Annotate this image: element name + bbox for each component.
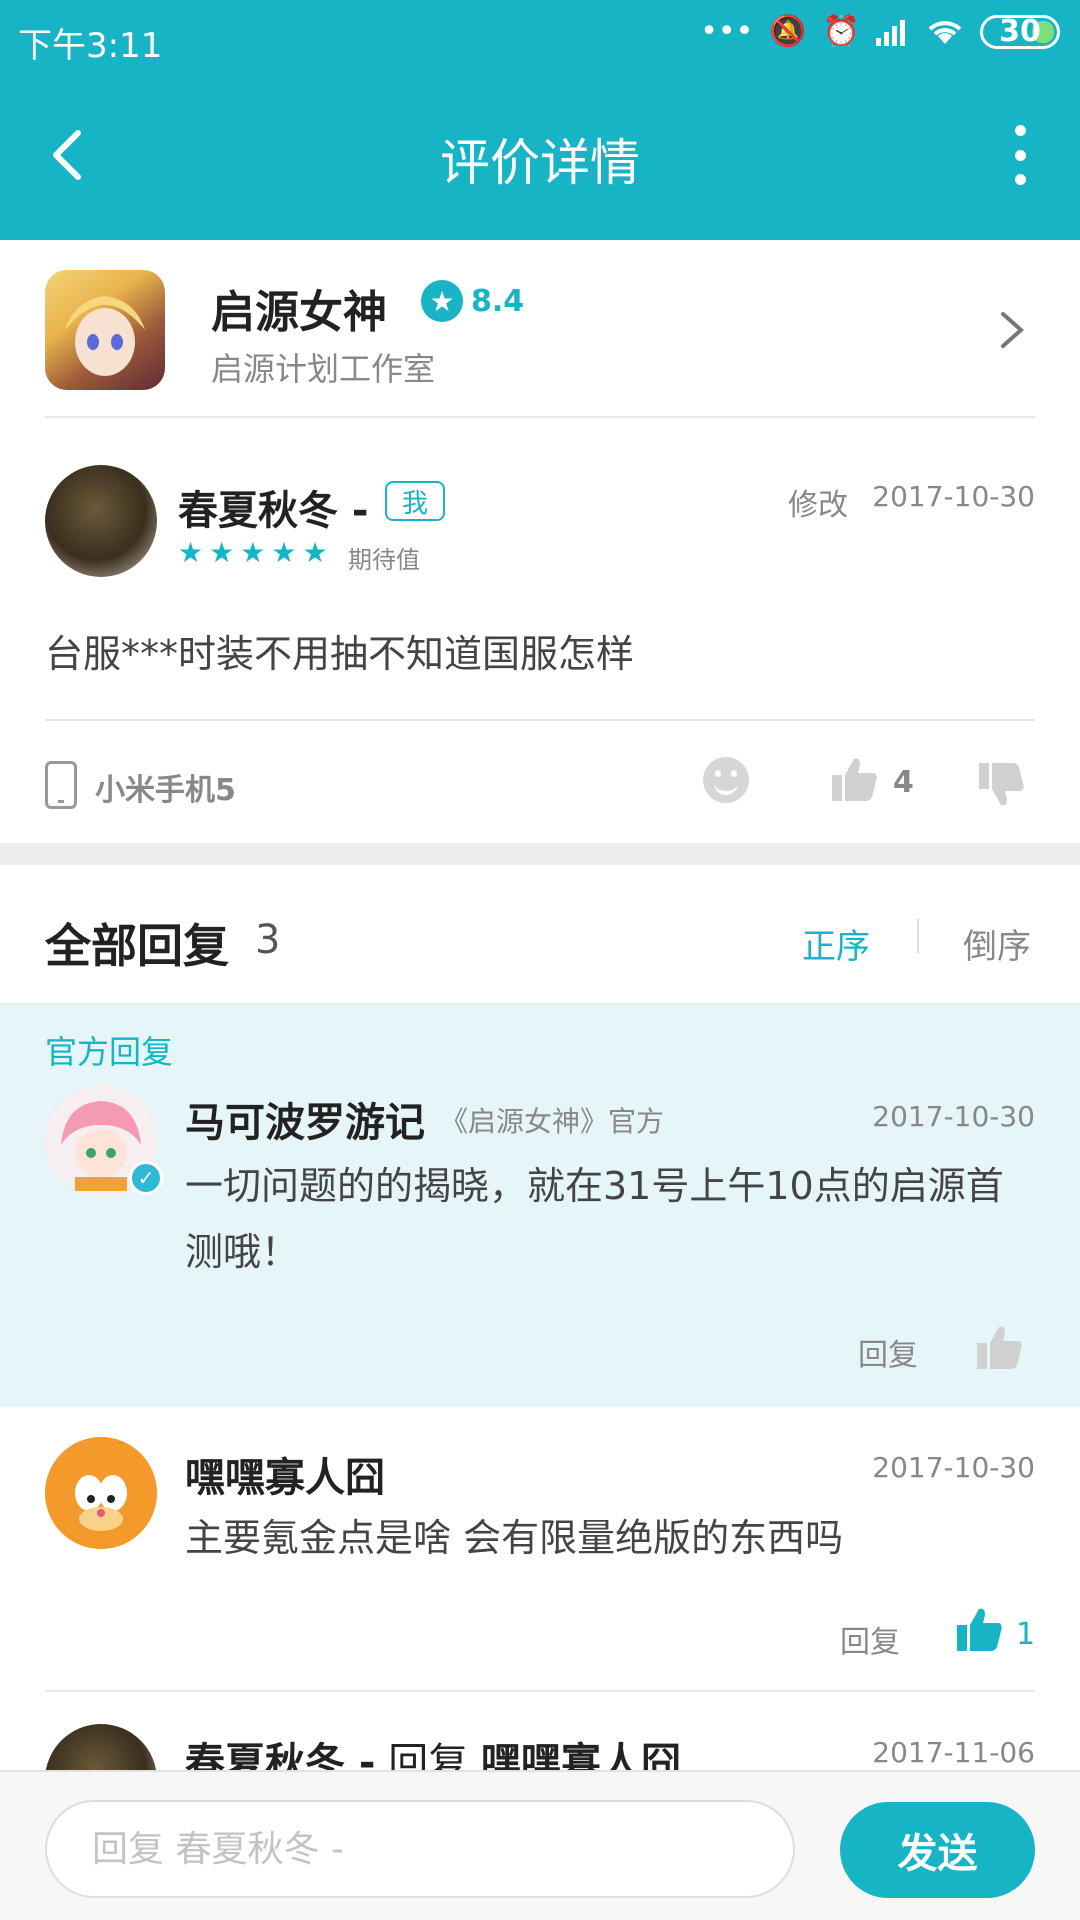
review-text: 台服***时装不用抽不知道国服怎样	[45, 632, 635, 676]
official-tag: 《启源女神》官方	[440, 1105, 665, 1138]
reply-input-bar: 发送	[0, 1770, 1080, 1920]
battery-icon: 30	[980, 14, 1060, 49]
review-actions: 小米手机5 4	[45, 721, 1035, 843]
reply-item: 春夏秋冬 - 回复 嘿嘿寡人囧 2017-11-06	[0, 1692, 1080, 1770]
more-dots-icon: •••	[700, 14, 754, 49]
star-icon: ★	[178, 536, 204, 569]
app-bar: 评价详情	[0, 75, 1080, 240]
more-dot-icon	[1014, 149, 1026, 161]
star-icon: ★	[302, 536, 328, 569]
star-icon: ★	[209, 536, 235, 569]
sort-descending-button[interactable]: 倒序	[963, 919, 1031, 968]
game-rating: ★ 8.4	[421, 280, 524, 322]
alarm-icon: ⏰	[822, 14, 860, 49]
send-button[interactable]: 发送	[840, 1802, 1035, 1898]
reply-text: 主要氪金点是啥 会有限量绝版的东西吗	[185, 1516, 844, 1560]
more-menu-button[interactable]	[1000, 125, 1040, 185]
review-card: 春夏秋冬 - 我 ★ ★ ★ ★ ★ 期待值 修改 2017-10-30 台服***时装…	[45, 418, 1035, 721]
emoji-button[interactable]	[703, 757, 749, 803]
replies-title: 全部回复	[45, 919, 229, 973]
wifi-icon	[928, 20, 962, 44]
reply-button[interactable]: 回复	[858, 1330, 918, 1374]
thumbs-up-icon[interactable]	[830, 755, 880, 805]
status-time: 下午3:11	[18, 26, 163, 66]
like-count: 1	[1016, 1617, 1036, 1652]
reply-word: 回复	[388, 1740, 469, 1770]
signal-icon	[876, 19, 905, 46]
phone-icon	[45, 761, 77, 809]
game-icon	[45, 270, 165, 390]
reply-author-name[interactable]: 春夏秋冬 -	[185, 1740, 376, 1770]
reply-author-line: 春夏秋冬 - 回复 嘿嘿寡人囧	[185, 1730, 681, 1770]
reply-item: 嘿嘿寡人囧 2017-10-30 主要氪金点是啥 会有限量绝版的东西吗 回复 1	[0, 1407, 1080, 1692]
reply-text: 一切问题的的揭晓，就在31号上午10点的启源首测哦！	[185, 1164, 1004, 1274]
reviewer-name[interactable]: 春夏秋冬 -	[178, 478, 369, 536]
avatar[interactable]: ✓	[45, 1085, 163, 1197]
reply-date: 2017-10-30	[872, 1451, 1035, 1484]
official-reply-label: 官方回复	[45, 1033, 174, 1071]
rating-stars: ★ ★ ★ ★ ★	[178, 536, 328, 569]
thumbs-up-icon[interactable]	[955, 1605, 1005, 1655]
chevron-right-icon	[1001, 312, 1025, 348]
official-author-name[interactable]: 马可波罗游记	[185, 1090, 425, 1148]
replies-count: 3	[255, 917, 281, 963]
me-badge: 我	[385, 481, 445, 521]
reply-button[interactable]: 回复	[840, 1617, 900, 1661]
sort-ascending-button[interactable]: 正序	[802, 919, 870, 968]
section-divider	[0, 843, 1080, 865]
game-score: 8.4	[471, 283, 525, 319]
more-dot-icon	[1014, 174, 1026, 185]
rating-star-icon: ★	[421, 280, 463, 322]
review-date: 2017-10-30	[872, 480, 1035, 513]
thumbs-up-icon[interactable]	[975, 1323, 1025, 1373]
star-icon: ★	[240, 536, 266, 569]
thumbs-down-icon[interactable]	[977, 759, 1027, 809]
reply-target-name[interactable]: 嘿嘿寡人囧	[481, 1740, 681, 1770]
sort-divider	[917, 919, 919, 953]
star-icon: ★	[271, 536, 297, 569]
avatar[interactable]	[45, 1437, 157, 1549]
more-dot-icon	[1014, 125, 1026, 136]
official-reply: 官方回复 ✓ 马可波罗游记 《启源女神》官方 2017-10-30 一切问题的的…	[0, 1005, 1080, 1407]
device-name: 小米手机5	[95, 773, 236, 808]
reply-date: 2017-10-30	[872, 1100, 1035, 1133]
status-icons: ••• 🔕 ⏰ 30	[700, 14, 1060, 49]
avatar[interactable]	[45, 1724, 157, 1770]
replies-header: 全部回复 3 正序 倒序	[0, 865, 1080, 1005]
mute-bell-icon: 🔕	[769, 14, 807, 49]
avatar[interactable]	[45, 465, 157, 577]
game-card[interactable]: 启源女神 ★ 8.4 启源计划工作室	[45, 240, 1035, 418]
edit-button[interactable]: 修改	[788, 480, 848, 524]
reply-author-name[interactable]: 嘿嘿寡人囧	[185, 1445, 385, 1503]
reply-date: 2017-11-06	[872, 1736, 1035, 1769]
page-title: 评价详情	[440, 134, 640, 192]
like-count: 4	[893, 765, 914, 800]
game-studio: 启源计划工作室	[211, 350, 436, 388]
game-name: 启源女神	[211, 287, 387, 338]
verified-badge-icon: ✓	[129, 1161, 163, 1195]
status-bar: 下午3:11 ••• 🔕 ⏰ 30	[0, 0, 1080, 75]
reply-input[interactable]	[45, 1800, 795, 1898]
expect-label: 期待值	[348, 546, 420, 574]
